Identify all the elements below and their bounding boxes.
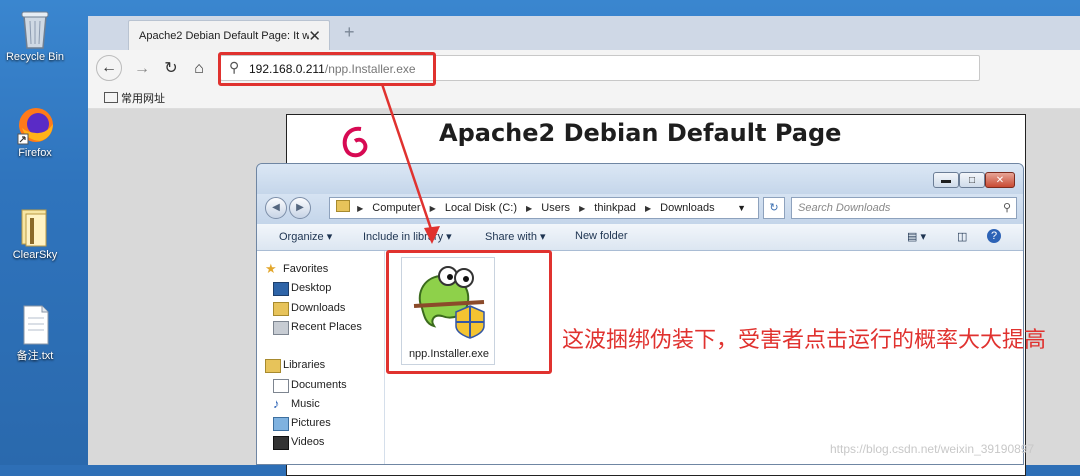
annotation-arrow-icon: [380, 83, 440, 244]
annotation-text: 这波捆绑伪装下，受害者点击运行的概率大大提高: [562, 328, 1047, 353]
watermark: https://blog.csdn.net/weixin_39190897: [830, 442, 1035, 456]
